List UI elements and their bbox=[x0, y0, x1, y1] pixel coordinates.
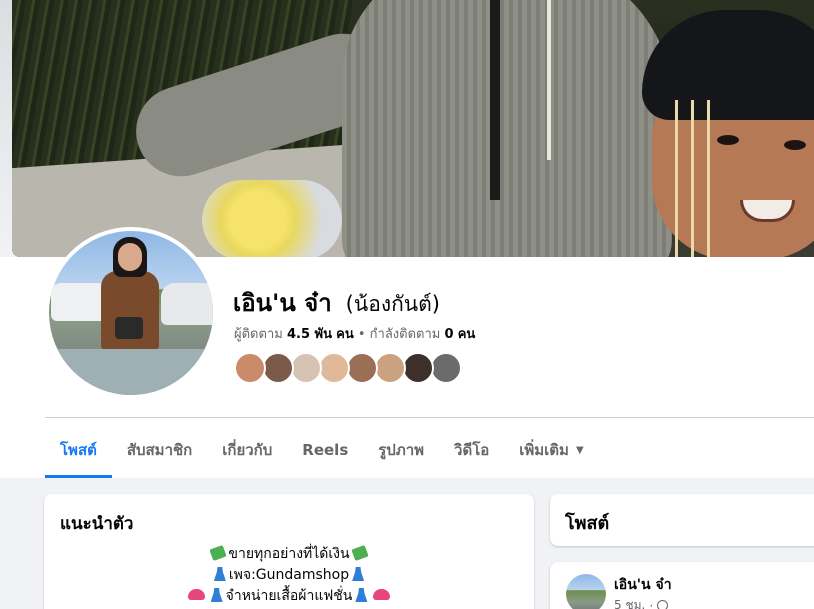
tab-item[interactable]: เพิ่มเติม ▼ bbox=[504, 422, 598, 478]
follower-avatar[interactable] bbox=[346, 352, 378, 384]
cover-incense-sticks bbox=[667, 100, 715, 257]
following-unit: คน bbox=[457, 327, 476, 342]
follower-avatars bbox=[234, 352, 462, 384]
followers-count[interactable]: 4.5 พัน bbox=[287, 327, 332, 342]
following-count[interactable]: 0 bbox=[445, 327, 454, 342]
post-meta: 5 ชม. · bbox=[614, 596, 669, 609]
followers-label: ผู้ติดตาม bbox=[234, 327, 283, 342]
tab-label: โพสต์ bbox=[60, 441, 97, 459]
tab-label: Reels bbox=[302, 441, 349, 459]
profile-tabs: โพสต์ สับสมาชิก เกี่ยวกับ Reels รูปภาพ วิดีโอ… bbox=[45, 422, 599, 478]
follower-avatar[interactable] bbox=[430, 352, 462, 384]
money-icon bbox=[350, 544, 369, 562]
cover-child-eye bbox=[784, 140, 806, 150]
avatar-face bbox=[118, 243, 142, 271]
follower-avatar[interactable] bbox=[402, 352, 434, 384]
globe-icon bbox=[657, 600, 669, 609]
caret-down-icon: ▼ bbox=[575, 444, 584, 456]
dress-icon bbox=[352, 567, 365, 581]
dress-icon bbox=[355, 588, 368, 602]
avatar-body bbox=[101, 271, 159, 351]
tab-label: รูปภาพ bbox=[378, 441, 425, 459]
post-author-name[interactable]: เอิน'น จ๋า bbox=[614, 574, 672, 596]
followers-unit: คน bbox=[336, 327, 354, 342]
post-author-avatar[interactable] bbox=[566, 574, 606, 609]
tab-label: วิดีโอ bbox=[454, 441, 490, 459]
tab-label: เพิ่มเติม bbox=[519, 441, 569, 459]
money-icon bbox=[209, 544, 228, 562]
cover-shirt bbox=[342, 0, 672, 257]
dress-icon bbox=[210, 588, 223, 602]
profile-avatar[interactable] bbox=[49, 231, 213, 395]
follower-avatar[interactable] bbox=[262, 352, 294, 384]
post-card: เอิน'น จ๋า 5 ชม. · bbox=[550, 562, 814, 609]
cover-strap bbox=[490, 0, 500, 200]
cover-photo[interactable] bbox=[12, 0, 814, 257]
avatar-car bbox=[161, 283, 213, 325]
follower-avatar[interactable] bbox=[290, 352, 322, 384]
profile-name-row: เอิน'น จ๋า (น้องกันต์) bbox=[233, 283, 440, 322]
follower-avatar[interactable] bbox=[234, 352, 266, 384]
bra-icon bbox=[187, 589, 205, 600]
bio-line: จำหน่ายเสื้อผ้าแฟชั่น bbox=[44, 586, 534, 607]
follower-avatar[interactable] bbox=[318, 352, 350, 384]
intro-card: แนะนำตัว ขายทุกอย่างที่ได้เงิน เพจ:Gunda… bbox=[44, 494, 534, 609]
bio-line: ขายทุกอย่างที่ได้เงิน bbox=[44, 544, 534, 565]
tab-label: สับสมาชิก bbox=[126, 441, 193, 459]
avatar-table bbox=[49, 349, 213, 395]
cover-child-eye bbox=[717, 135, 739, 145]
cover-side-strip bbox=[0, 0, 12, 257]
follower-avatar[interactable] bbox=[374, 352, 406, 384]
cover-drawstring bbox=[547, 0, 551, 160]
post-time[interactable]: 5 ชม. bbox=[614, 596, 645, 609]
tab-item[interactable]: รูปภาพ bbox=[363, 422, 439, 478]
tab-item[interactable]: วิดีโอ bbox=[439, 422, 504, 478]
bra-icon bbox=[373, 589, 391, 600]
following-label: กำลังติดตาม bbox=[369, 327, 441, 342]
cover-cloth bbox=[202, 180, 342, 257]
tab-item[interactable]: โพสต์ bbox=[45, 422, 112, 478]
posts-title: โพสต์ bbox=[565, 513, 610, 534]
tab-item[interactable]: Reels bbox=[287, 422, 363, 478]
tab-label: เกี่ยวกับ bbox=[222, 441, 273, 459]
intro-bio: ขายทุกอย่างที่ได้เงิน เพจ:Gundamshop จำห… bbox=[44, 544, 534, 607]
intro-title: แนะนำตัว bbox=[60, 514, 134, 534]
dress-icon bbox=[213, 567, 226, 581]
post-dot: · bbox=[649, 598, 654, 609]
tab-item[interactable]: สับสมาชิก bbox=[112, 422, 207, 478]
profile-alternate-name: (น้องกันต์) bbox=[345, 292, 440, 316]
stats-separator: • bbox=[357, 327, 366, 342]
cover-area bbox=[0, 0, 814, 257]
bio-line: เพจ:Gundamshop bbox=[44, 565, 534, 586]
profile-name: เอิน'น จ๋า bbox=[233, 289, 332, 317]
profile-divider bbox=[45, 417, 814, 418]
avatar-bag bbox=[115, 317, 143, 339]
tab-item[interactable]: เกี่ยวกับ bbox=[207, 422, 287, 478]
bio-text: จำหน่ายเสื้อผ้าแฟชั่น bbox=[225, 588, 353, 604]
bio-text: ขายทุกอย่างที่ได้เงิน bbox=[228, 546, 350, 562]
follower-stats: ผู้ติดตาม 4.5 พัน คน • กำลังติดตาม 0 คน bbox=[234, 323, 475, 344]
posts-header-card: โพสต์ bbox=[550, 494, 814, 546]
bio-text: เพจ:Gundamshop bbox=[228, 567, 350, 583]
